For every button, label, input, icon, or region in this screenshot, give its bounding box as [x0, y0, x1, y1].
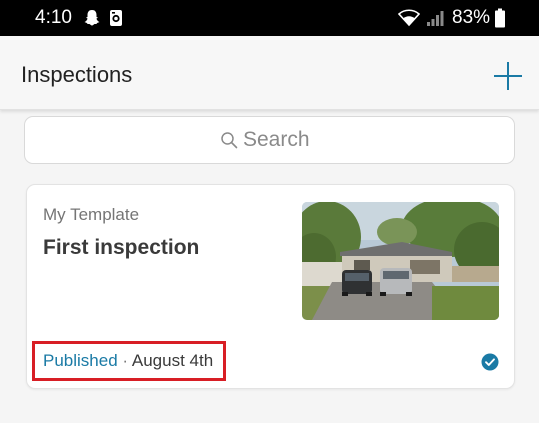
house-with-cars-photo [302, 202, 499, 320]
cellular-signal-icon [427, 11, 444, 26]
footer-separator: · [122, 351, 129, 370]
status-time: 4:10 [35, 7, 72, 28]
published-date: Published · August 4th [43, 351, 213, 371]
check-circle-icon [481, 353, 499, 371]
inspection-title: First inspection [43, 236, 200, 259]
snapchat-ghost-icon [84, 10, 100, 26]
search-field-content: Search [220, 128, 310, 152]
search-input[interactable]: Search [24, 116, 515, 164]
status-bar: 4:10 83% [0, 0, 539, 36]
plus-icon [494, 62, 522, 90]
search-icon [221, 132, 238, 149]
inspection-date: August 4th [131, 351, 214, 370]
app-header: Inspections [0, 36, 539, 110]
page-title: Inspections [21, 62, 133, 87]
inspection-card[interactable]: My Template First inspection Published ·… [26, 184, 515, 389]
add-inspection-button[interactable] [492, 60, 524, 92]
wifi-icon [398, 9, 420, 27]
battery-icon [495, 8, 505, 28]
battery-percentage: 83% [452, 7, 491, 28]
status-label: Published [43, 351, 118, 370]
search-placeholder: Search [243, 128, 310, 151]
camera-box-icon [110, 10, 122, 26]
template-name: My Template [43, 205, 140, 224]
